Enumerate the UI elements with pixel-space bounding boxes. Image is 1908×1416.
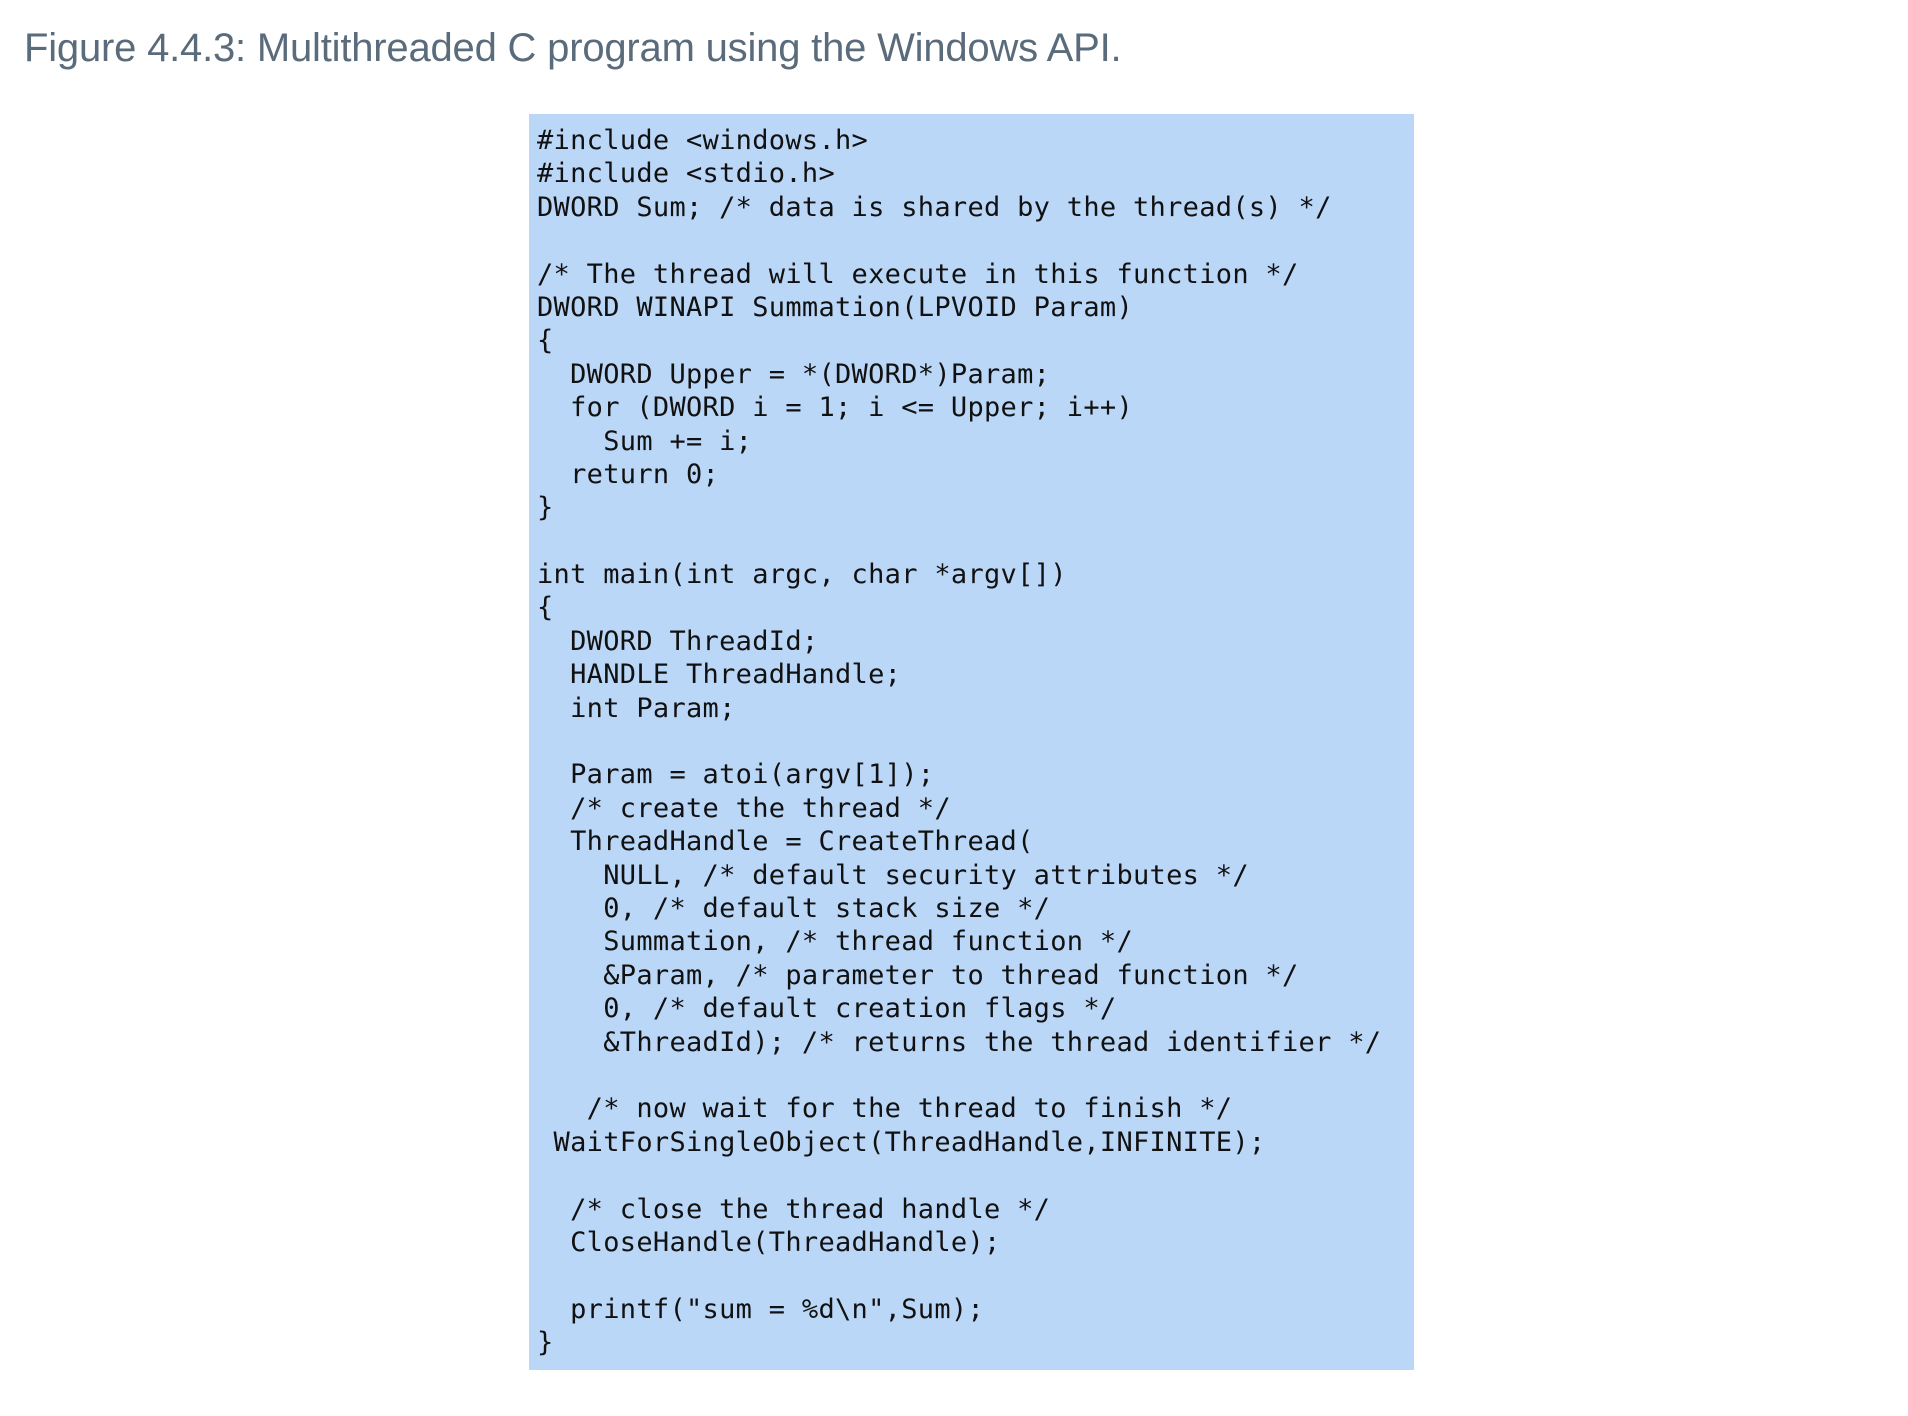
code-lines: #include <windows.h> #include <stdio.h> DW… [537, 124, 1414, 1359]
code-line: &ThreadId); /* returns the thread identi… [537, 1026, 1382, 1058]
code-line: WaitForSingleObject(ThreadHandle,INFINIT… [537, 1126, 1266, 1158]
code-line: 0, /* default stack size */ [537, 892, 1051, 924]
code-line: /* now wait for the thread to finish */ [537, 1093, 1233, 1125]
code-line: &Param, /* parameter to thread function … [537, 959, 1299, 991]
code-line: Summation, /* thread function */ [537, 926, 1133, 958]
code-line: int main(int argc, char *argv[]) [537, 559, 1067, 591]
code-line: NULL, /* default security attributes */ [537, 859, 1249, 891]
code-line: DWORD ThreadId; [537, 625, 819, 657]
code-line: Param = atoi(argv[1]); [537, 759, 935, 791]
code-line: /* close the thread handle */ [537, 1193, 1051, 1225]
code-line: #include <windows.h> [537, 125, 869, 156]
code-line: #include <stdio.h> [537, 158, 835, 190]
code-line: 0, /* default creation flags */ [537, 993, 1117, 1025]
code-line: int Param; [537, 692, 736, 724]
code-line: HANDLE ThreadHandle; [537, 659, 902, 691]
code-line: printf("sum = %d\n",Sum); [537, 1293, 984, 1325]
code-line: { [537, 325, 554, 357]
figure-caption: Figure 4.4.3: Multithreaded C program us… [24, 26, 1122, 70]
code-line: /* create the thread */ [537, 792, 951, 824]
code-line: /* The thread will execute in this funct… [537, 258, 1299, 290]
code-line: } [537, 492, 554, 524]
code-line: DWORD WINAPI Summation(LPVOID Param) [537, 291, 1133, 323]
code-line: } [537, 1327, 554, 1359]
code-listing: #include <windows.h> #include <stdio.h> DW… [529, 114, 1414, 1370]
code-line: { [537, 592, 554, 624]
code-line: return 0; [537, 458, 720, 490]
code-line: CloseHandle(ThreadHandle); [537, 1226, 1001, 1258]
code-line: for (DWORD i = 1; i <= Upper; i++) [537, 392, 1133, 424]
code-line: Sum += i; [537, 425, 753, 457]
code-line: DWORD Sum; /* data is shared by the thre… [537, 191, 1332, 223]
code-line: DWORD Upper = *(DWORD*)Param; [537, 358, 1051, 390]
code-line: ThreadHandle = CreateThread( [537, 826, 1034, 858]
